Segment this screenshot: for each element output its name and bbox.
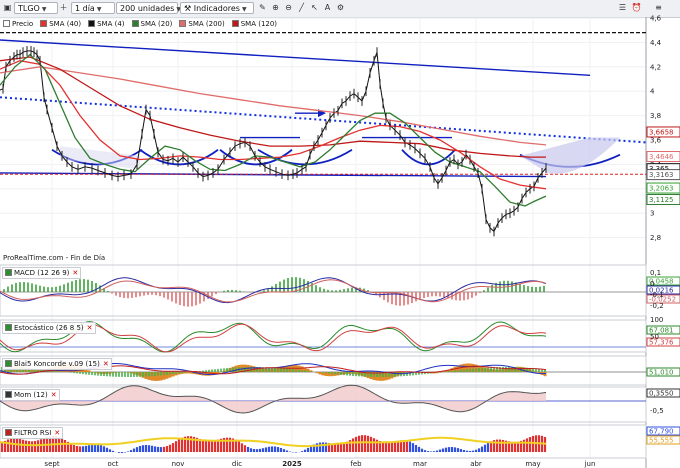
price-tag-label: 3,6658 bbox=[649, 128, 674, 136]
x-tick-label: dic bbox=[232, 460, 242, 468]
price-legend: Precio SMA (40) SMA (4) SMA (20) SMA (200) SM… bbox=[2, 19, 283, 29]
legend-swatch bbox=[131, 20, 139, 27]
mom-frame bbox=[0, 386, 647, 423]
macd-axis-label: 0 bbox=[650, 280, 654, 288]
y-tick-label: 4 bbox=[650, 88, 655, 96]
macd-title: MACD (12 26 9) bbox=[14, 269, 70, 277]
x-tick-label: oct bbox=[108, 460, 119, 468]
x-tick-label: nov bbox=[172, 460, 185, 468]
legend-swatch bbox=[40, 20, 48, 27]
macd-panel-label[interactable]: MACD (12 26 9) ✕ bbox=[2, 267, 82, 279]
mom-axis-label: -0,5 bbox=[650, 407, 664, 415]
y-tick-label: 4,2 bbox=[650, 63, 661, 71]
stoch-axis-label: 50 bbox=[650, 333, 659, 341]
macd-axis-label: -0,1 bbox=[650, 291, 664, 299]
legend-item[interactable]: Precio bbox=[2, 19, 35, 29]
close-icon[interactable]: ✕ bbox=[87, 324, 93, 332]
mom-tag-label: 0,3550 bbox=[649, 390, 674, 398]
close-icon[interactable]: ✕ bbox=[72, 269, 78, 277]
trend-line-channel-top bbox=[0, 39, 591, 76]
close-icon[interactable]: ✕ bbox=[103, 360, 109, 368]
x-tick-label: feb bbox=[350, 460, 362, 468]
series-precio bbox=[0, 50, 547, 233]
blai-panel-label[interactable]: Blai5 Koncorde v.09 (15) ✕ bbox=[2, 358, 112, 370]
x-tick-label: mar bbox=[413, 460, 427, 468]
rsi-title: FILTRO RSI bbox=[14, 429, 52, 437]
close-icon[interactable]: ✕ bbox=[54, 429, 60, 437]
mom-title: Mom (12) bbox=[14, 391, 48, 399]
macd-frame bbox=[0, 264, 647, 317]
x-tick-label: sept bbox=[44, 460, 59, 468]
blai-swatch bbox=[5, 360, 12, 367]
y-tick-label: 3 bbox=[650, 210, 654, 218]
legend-label: SMA (120) bbox=[240, 20, 278, 28]
rsi-yellow-line bbox=[0, 436, 547, 448]
mom-swatch bbox=[5, 391, 12, 398]
stoch-swatch bbox=[5, 324, 12, 331]
chart-canvas[interactable]: 4,64,44,243,83,63,43,232,83,66583,46463,… bbox=[0, 0, 680, 468]
series-sma-200- bbox=[0, 66, 547, 146]
macd-axis-label: -0,2 bbox=[650, 302, 664, 310]
bowl-arc bbox=[401, 149, 456, 166]
series-sma-40- bbox=[0, 60, 547, 190]
x-tick-label: abr bbox=[470, 460, 482, 468]
series-sma-120- bbox=[0, 56, 546, 158]
y-tick-label: 4,6 bbox=[650, 15, 662, 23]
legend-label: SMA (4) bbox=[97, 20, 125, 28]
forecast-area bbox=[520, 137, 620, 174]
rsi-frame bbox=[0, 424, 647, 459]
legend-swatch bbox=[88, 20, 96, 27]
legend-label: SMA (200) bbox=[188, 20, 225, 28]
rsi-panel-label[interactable]: FILTRO RSI ✕ bbox=[2, 427, 64, 439]
close-icon[interactable]: ✕ bbox=[51, 391, 57, 399]
mom-area bbox=[0, 385, 546, 413]
legend-label: SMA (20) bbox=[140, 20, 173, 28]
rsi-tag-label: 55,555 bbox=[649, 437, 674, 445]
x-tick-label: may bbox=[525, 460, 540, 468]
trend-line-support bbox=[0, 172, 547, 178]
macd-swatch bbox=[5, 269, 12, 276]
mom-panel-label[interactable]: Mom (12) ✕ bbox=[2, 389, 60, 401]
y-tick-label: 3,6 bbox=[650, 137, 662, 145]
y-tick-label: 2,8 bbox=[650, 234, 661, 242]
macd-axis-label: 0,1 bbox=[650, 269, 661, 277]
legend-item[interactable]: SMA (200) bbox=[178, 19, 226, 29]
blai-title: Blai5 Koncorde v.09 (15) bbox=[14, 360, 100, 368]
stoch-panel-label[interactable]: Estocástico (26 8 5) ✕ bbox=[2, 322, 96, 334]
legend-item[interactable]: SMA (40) bbox=[39, 19, 83, 29]
price-tag-label: 3,1125 bbox=[649, 196, 674, 204]
legend-item[interactable]: SMA (120) bbox=[230, 19, 279, 29]
legend-label: Precio bbox=[12, 20, 34, 28]
legend-swatch bbox=[179, 20, 187, 27]
x-tick-label: jun bbox=[584, 460, 596, 468]
stoch-title: Estocástico (26 8 5) bbox=[14, 324, 84, 332]
legend-item[interactable]: SMA (20) bbox=[130, 19, 174, 29]
legend-label: SMA (40) bbox=[49, 20, 82, 28]
stoch-axis-label: 100 bbox=[650, 316, 663, 324]
rsi-tag-label: 67,790 bbox=[649, 428, 674, 436]
rsi-swatch bbox=[5, 429, 12, 436]
y-tick-label: 4,4 bbox=[650, 39, 662, 47]
legend-swatch bbox=[3, 20, 10, 27]
y-tick-label: 3,8 bbox=[650, 112, 661, 120]
legend-swatch bbox=[231, 20, 239, 27]
price-tag-label: 3,4646 bbox=[649, 153, 674, 161]
x-tick-label: 2025 bbox=[282, 460, 302, 468]
blai-tag-label: 51,010 bbox=[649, 369, 674, 377]
price-tag-label: 3,3163 bbox=[649, 171, 674, 179]
legend-item[interactable]: SMA (4) bbox=[87, 19, 126, 29]
price-tag-label: 3,2063 bbox=[649, 185, 674, 193]
credit-text: ProRealTime.com - Fin de Día bbox=[3, 254, 106, 262]
